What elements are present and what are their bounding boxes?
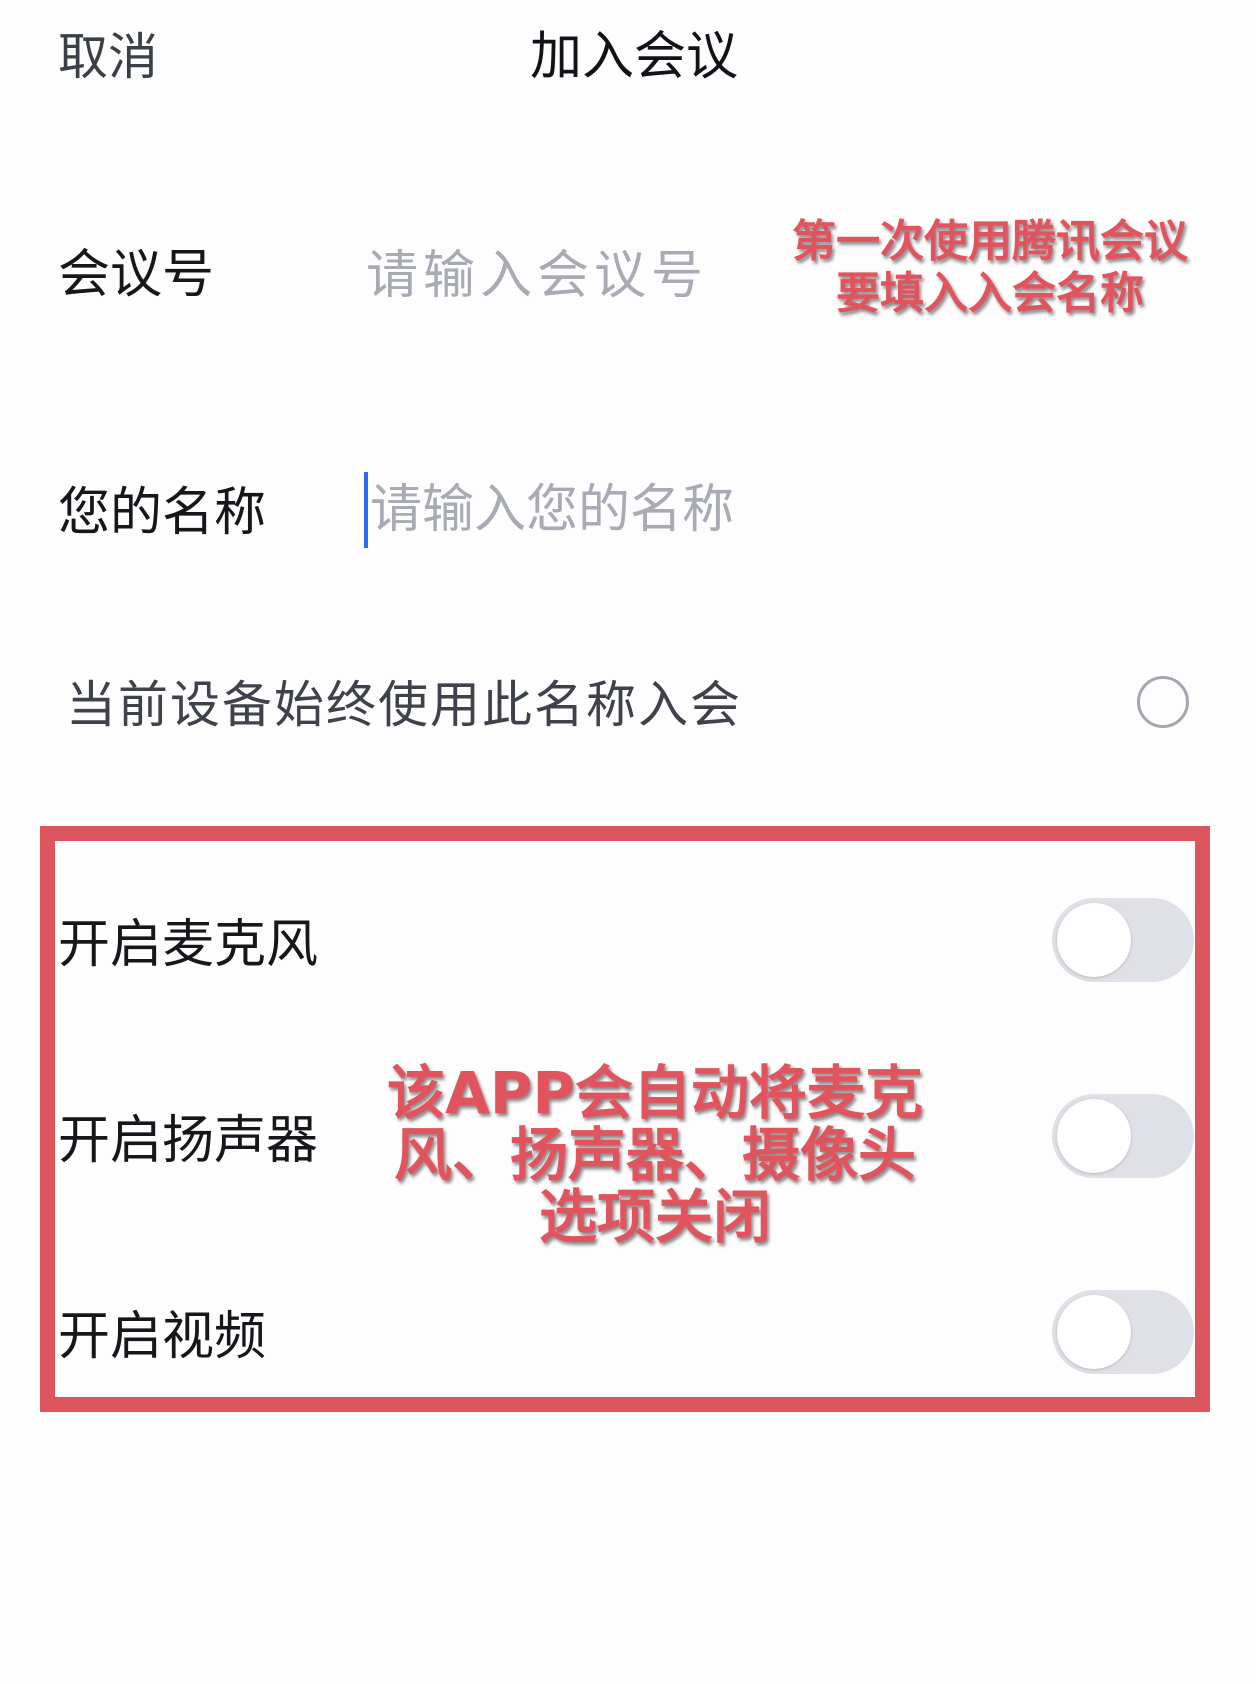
toggle-knob (1057, 903, 1131, 977)
display-name-label: 您的名称 (58, 483, 267, 543)
annotation-auto-off: 该APP会自动将麦克 风、扬声器、摄像头 选项关闭 (355, 1062, 955, 1248)
meeting-id-label: 会议号 (58, 245, 215, 305)
annotation-auto-off-line2: 风、扬声器、摄像头 (393, 1121, 916, 1189)
toggle-knob (1057, 1295, 1131, 1369)
annotation-auto-off-line3: 选项关闭 (538, 1183, 771, 1251)
remember-name-label: 当前设备始终使用此名称入会 (66, 676, 742, 734)
speaker-toggle[interactable] (1052, 1094, 1194, 1178)
toggle-knob (1057, 1099, 1131, 1173)
speaker-toggle-label: 开启扬声器 (58, 1111, 319, 1171)
annotation-first-use-line1: 第一次使用腾讯会议 (792, 216, 1188, 267)
video-toggle-label: 开启视频 (58, 1307, 267, 1367)
remember-name-radio[interactable] (1137, 676, 1189, 728)
microphone-toggle[interactable] (1052, 898, 1194, 982)
annotation-first-use: 第一次使用腾讯会议 要填入入会名称 (750, 216, 1230, 320)
video-toggle[interactable] (1052, 1290, 1194, 1374)
display-name-input[interactable] (364, 472, 790, 548)
annotation-auto-off-line1: 该APP会自动将麦克 (387, 1059, 923, 1127)
microphone-toggle-label: 开启麦克风 (58, 915, 319, 975)
page-title: 加入会议 (529, 27, 738, 87)
annotation-first-use-line2: 要填入入会名称 (836, 268, 1144, 319)
meeting-id-input[interactable] (366, 240, 736, 312)
